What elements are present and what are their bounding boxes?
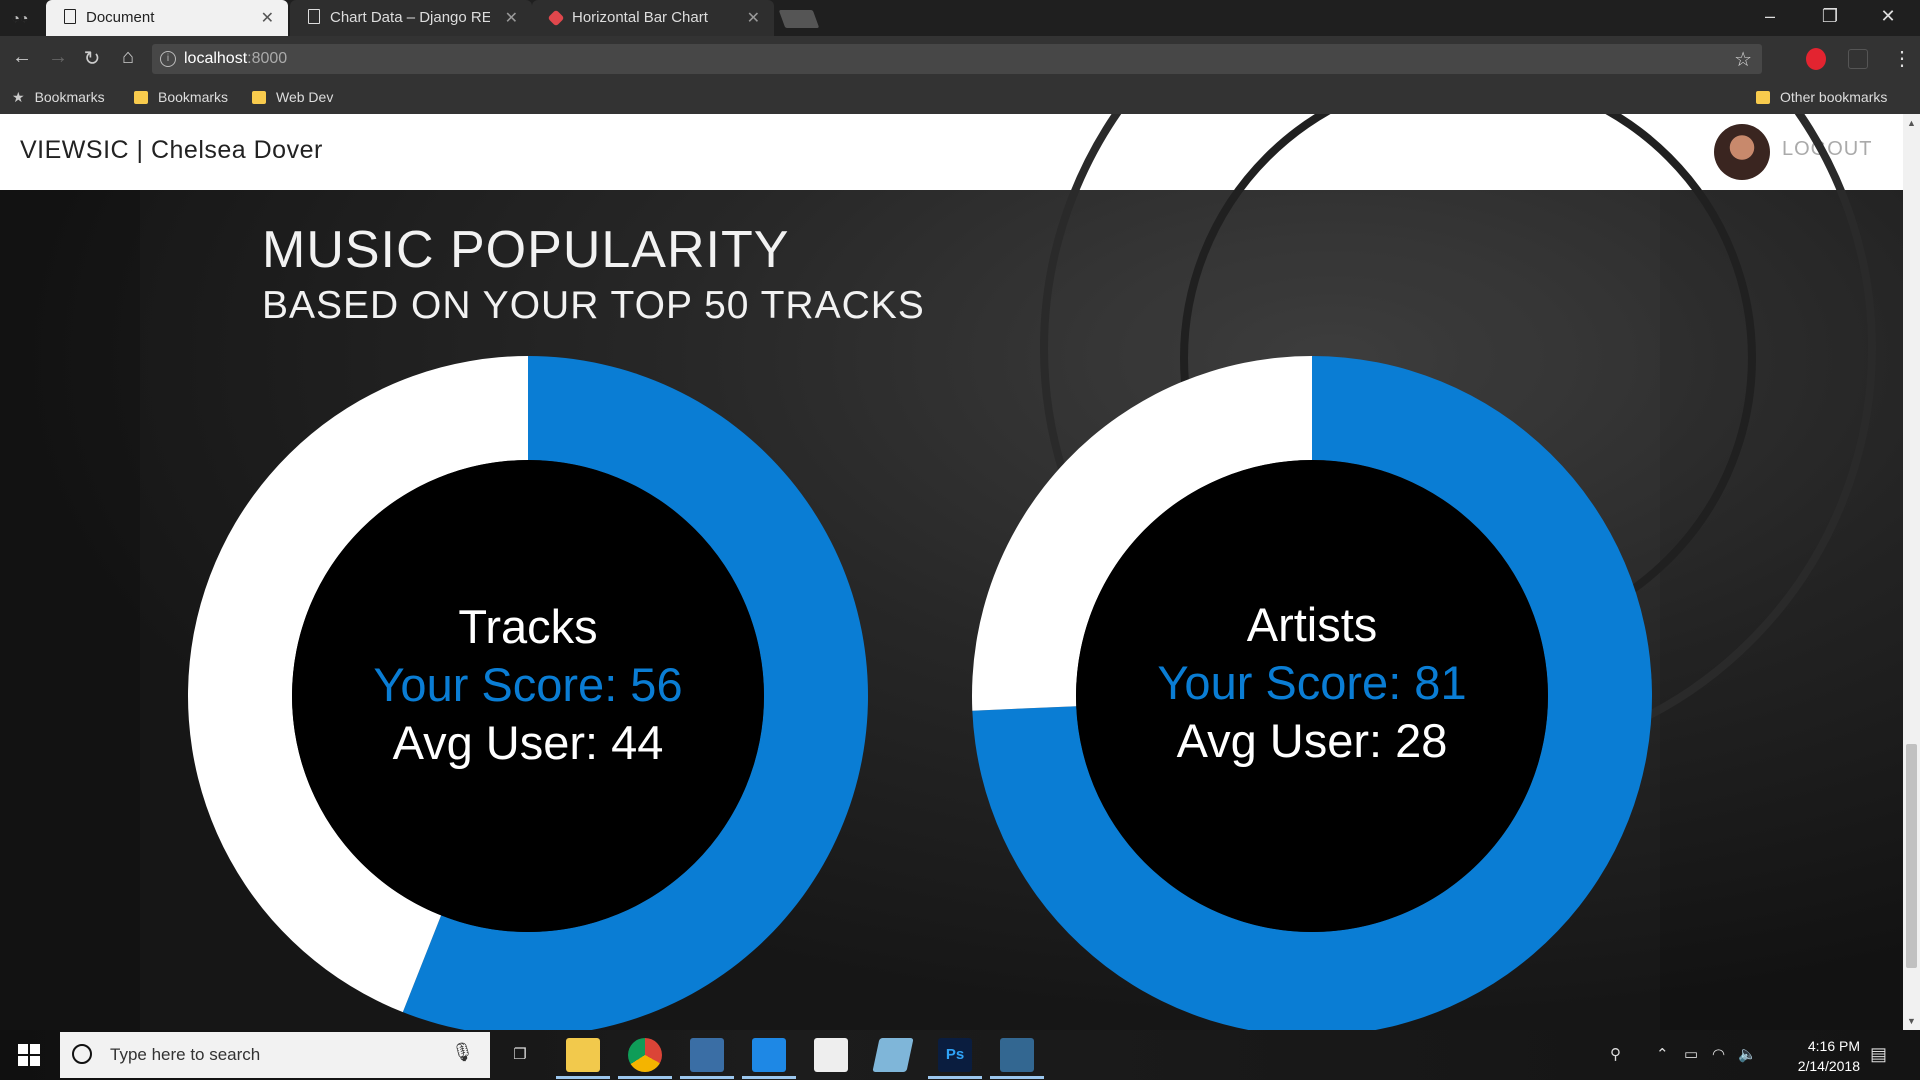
your-score-label: Your Score: 56 (373, 658, 683, 711)
close-icon[interactable]: ✕ (747, 8, 760, 28)
photoshop-icon[interactable]: Ps (938, 1038, 972, 1072)
info-icon[interactable]: i (160, 51, 176, 67)
artists-label-block: Artists Your Score: 81 Avg User: 28 (1082, 596, 1542, 770)
favicon-icon (547, 9, 565, 27)
other-bookmarks[interactable]: Other bookmarks (1756, 89, 1887, 105)
clock-time: 4:16 PM (1807, 1038, 1860, 1054)
cortana-icon (72, 1044, 92, 1064)
tab-document[interactable]: Document ✕ (46, 0, 288, 36)
active-app-indicator (556, 1076, 610, 1079)
browser-tab-bar: ◔◔ Document ✕ Chart Data – Django RES ✕ … (0, 0, 1920, 36)
pgadmin-icon[interactable] (1000, 1038, 1034, 1072)
page-icon (308, 9, 320, 24)
windows-start-button[interactable] (18, 1044, 40, 1066)
page-subtitle: BASED ON YOUR TOP 50 TRACKS (262, 284, 925, 327)
task-view-icon[interactable]: ❐ (503, 1038, 537, 1072)
people-icon[interactable]: ⚲ (1610, 1045, 1621, 1063)
volume-icon[interactable]: 🔈 (1738, 1045, 1757, 1063)
active-app-indicator (742, 1076, 796, 1079)
tab-title: Chart Data – Django RES (330, 9, 490, 26)
tracks-label-block: Tracks Your Score: 56 Avg User: 44 (298, 598, 758, 772)
search-placeholder: Type here to search (110, 1045, 261, 1064)
close-window-button[interactable]: ✕ (1868, 6, 1908, 27)
star-icon: ★ (12, 89, 25, 105)
notepad-app-icon[interactable] (872, 1038, 914, 1072)
tab-chart-data[interactable]: Chart Data – Django RES ✕ (290, 0, 532, 36)
file-explorer-icon[interactable] (566, 1038, 600, 1072)
donut-title: Artists (1246, 598, 1378, 651)
battery-icon[interactable]: ▭ (1684, 1045, 1698, 1063)
photos-icon[interactable] (814, 1038, 848, 1072)
extension-icon[interactable] (1848, 49, 1868, 69)
vscode-icon[interactable] (752, 1038, 786, 1072)
active-app-indicator (680, 1076, 734, 1079)
folder-icon (252, 91, 266, 104)
taskbar-search-box[interactable]: Type here to search 🎙 (60, 1032, 490, 1078)
tab-title: Document (86, 9, 155, 26)
url-text: localhost:8000 (184, 50, 288, 67)
scroll-down-arrow-icon[interactable]: ▼ (1903, 1016, 1920, 1026)
clock-date: 2/14/2018 (1797, 1058, 1860, 1074)
page-scrollbar[interactable]: ▲ ▼ (1903, 114, 1920, 1030)
tab-title: Horizontal Bar Chart (572, 9, 708, 26)
extension-icon[interactable] (1806, 48, 1826, 70)
incognito-icon: ◔◔ (11, 10, 29, 26)
active-app-indicator (618, 1076, 672, 1079)
scrollbar-thumb[interactable] (1906, 744, 1917, 968)
page-title: MUSIC POPULARITY (262, 221, 790, 279)
microphone-icon[interactable]: 🎙 (451, 1042, 474, 1063)
your-score-label: Your Score: 81 (1157, 656, 1467, 709)
windows-taskbar: Type here to search 🎙 ❐ Ps ⚲ ⌃ ▭ ◠ 🔈 4:1… (0, 1030, 1920, 1080)
avg-user-label: Avg User: 28 (1176, 714, 1448, 767)
forward-button[interactable]: → (44, 46, 72, 69)
donut-title: Tracks (458, 600, 598, 653)
bookmark-folder[interactable]: Web Dev (252, 89, 333, 105)
bookmark-item[interactable]: ★ Bookmarks (12, 89, 105, 106)
bookmark-folder[interactable]: Bookmarks (134, 89, 228, 105)
active-app-indicator (928, 1076, 982, 1079)
taskbar-clock[interactable]: 4:16 PM 2/14/2018 (1760, 1036, 1860, 1076)
folder-icon (1756, 91, 1770, 104)
avg-user-label: Avg User: 44 (392, 716, 664, 769)
scroll-up-arrow-icon[interactable]: ▲ (1903, 118, 1920, 128)
server-manager-icon[interactable] (690, 1038, 724, 1072)
browser-menu-button[interactable]: ⋮ (1892, 46, 1912, 71)
home-button[interactable]: ⌂ (114, 46, 142, 69)
notification-icon[interactable]: ▤ (1870, 1044, 1887, 1065)
page-viewport: VIEWSIC | Chelsea Dover LOGOUT MUSIC POP… (0, 114, 1903, 1030)
bookmark-star-icon[interactable]: ☆ (1734, 47, 1752, 72)
minimize-button[interactable]: – (1750, 6, 1790, 27)
restore-button[interactable]: ❐ (1810, 6, 1850, 27)
page-icon (64, 9, 76, 24)
browser-toolbar: ← → ↻ ⌂ i localhost:8000 ☆ ⋮ (0, 36, 1920, 82)
close-icon[interactable]: ✕ (261, 8, 274, 28)
bookmarks-bar: ★ Bookmarks Bookmarks Web Dev Other bookm… (0, 82, 1920, 114)
chevron-up-icon[interactable]: ⌃ (1656, 1045, 1669, 1063)
wifi-icon[interactable]: ◠ (1712, 1045, 1725, 1063)
folder-icon (134, 91, 148, 104)
address-bar[interactable]: i localhost:8000 ☆ (152, 44, 1762, 74)
close-icon[interactable]: ✕ (505, 8, 518, 28)
chrome-icon[interactable] (628, 1038, 662, 1072)
hero-section: MUSIC POPULARITY BASED ON YOUR TOP 50 TR… (0, 114, 1903, 1030)
brand-title: VIEWSIC | Chelsea Dover (20, 136, 323, 164)
new-tab-button[interactable] (778, 10, 820, 28)
reload-button[interactable]: ↻ (78, 46, 106, 71)
tab-horizontal-bar-chart[interactable]: Horizontal Bar Chart ✕ (532, 0, 774, 36)
active-app-indicator (990, 1076, 1044, 1079)
back-button[interactable]: ← (8, 46, 36, 69)
